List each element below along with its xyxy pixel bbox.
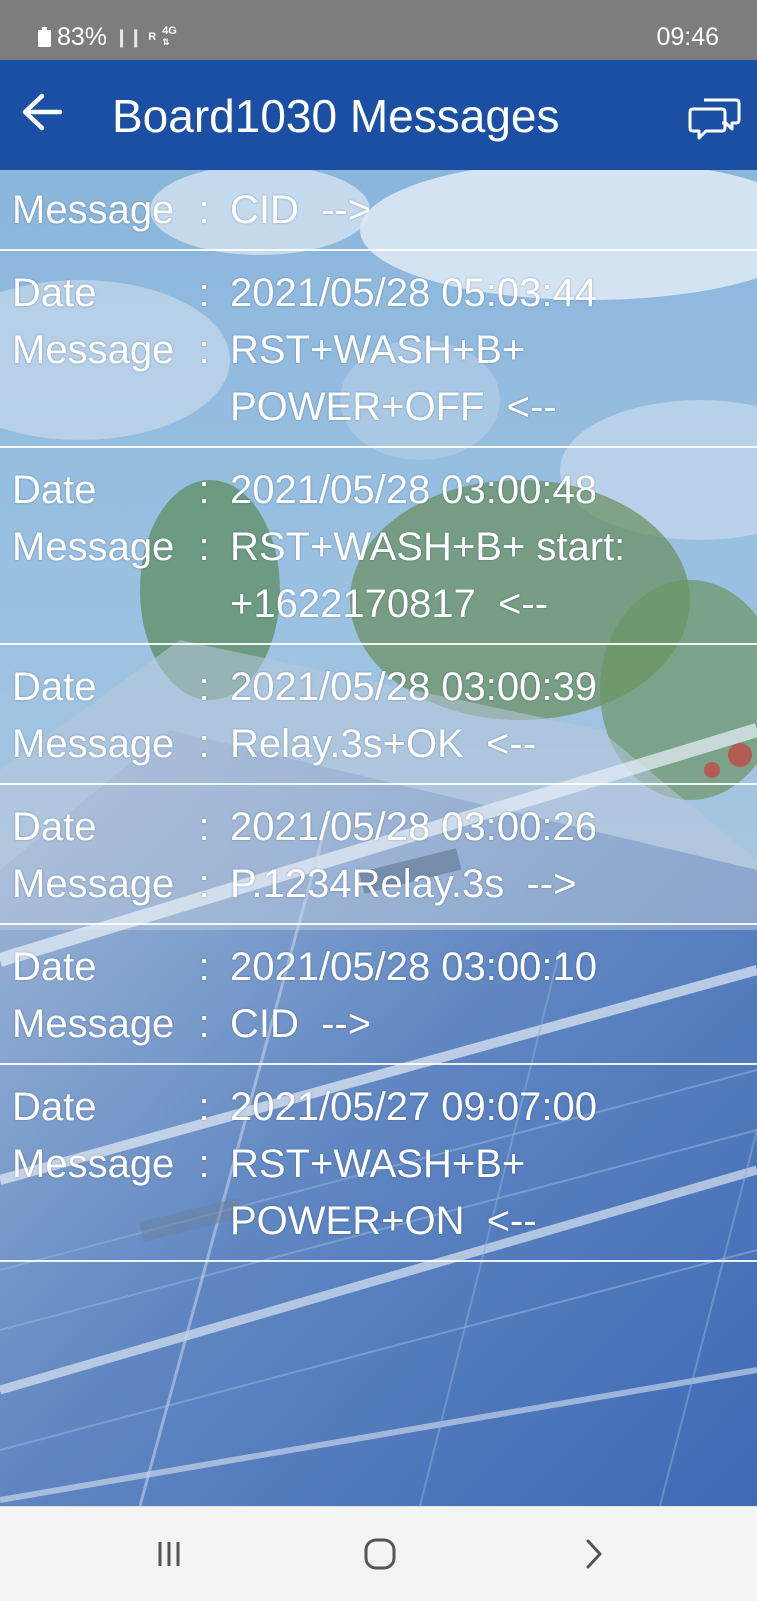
separator: : [198,328,210,372]
list-item[interactable]: Date : 2021/05/28 03:00:39 Message : Rel… [0,645,757,785]
home-icon [364,1538,396,1570]
network-type: 4G [162,25,177,37]
clock: 09:46 [656,23,719,51]
message-label: Message [12,722,175,766]
list-item[interactable]: Date : 2021/05/28 03:00:26 Message : P.1… [0,785,757,925]
message-text: CID --> [230,188,372,232]
chat-bubbles-icon [688,98,741,140]
separator: : [198,805,210,849]
message-text: RST+WASH+B+ start: +1622170817 <-- [230,525,626,626]
separator: : [198,722,210,766]
message-label: Message [12,525,175,569]
separator: : [198,1002,210,1046]
system-nav-bar [0,1506,757,1601]
status-indicators: 83% ❙❙ R 4G ⇅ [38,22,177,52]
network-icon: R [148,30,157,43]
date-label: Date [12,665,97,709]
status-bar: 83% ❙❙ R 4G ⇅ 09:46 [0,0,757,60]
arrow-left-icon [22,93,63,131]
date-row: Date : 2021/05/27 09:07:00 [0,1079,757,1136]
date-label: Date [12,271,97,315]
list-item[interactable]: Date : 2021/05/28 05:03:44 Message : RST… [0,251,757,448]
date-value: 2021/05/27 09:07:00 [230,1085,598,1129]
separator: : [198,188,210,232]
messages-panel: Message : CID --> Date : 2021/05/28 05:0… [0,170,757,1506]
message-label: Message [12,328,175,372]
date-value: 2021/05/28 03:00:48 [230,468,598,512]
message-label: Message [12,188,175,232]
message-row: Message : Relay.3s+OK <-- [0,716,757,773]
message-row: Message : CID --> [0,996,757,1053]
date-row: Date : 2021/05/28 03:00:10 [0,939,757,996]
list-item[interactable]: Date : 2021/05/28 03:00:48 Message : RST… [0,448,757,645]
separator: : [198,271,210,315]
date-value: 2021/05/28 03:00:26 [230,805,598,849]
list-item[interactable]: Date : 2021/05/27 09:07:00 Message : RST… [0,1065,757,1262]
message-label: Message [12,1002,175,1046]
back-button[interactable] [14,84,70,140]
date-label: Date [12,1085,97,1129]
system-back-button[interactable] [563,1529,623,1579]
list-item[interactable]: Date : 2021/05/28 03:00:10 Message : CID… [0,925,757,1065]
date-value: 2021/05/28 03:00:39 [230,665,598,709]
message-label: Message [12,862,175,906]
page-title: Board1030 Messages [112,90,560,142]
separator: : [198,525,210,569]
date-value: 2021/05/28 03:00:10 [230,945,598,989]
date-value: 2021/05/28 05:03:44 [230,271,598,315]
app-bar: Board1030 Messages [0,60,757,170]
message-text: Relay.3s+OK <-- [230,722,537,766]
signal-tag: R [148,30,157,43]
date-row: Date : 2021/05/28 03:00:26 [0,799,757,856]
message-row: Message : CID --> [0,182,757,239]
back-chevron-icon [586,1539,602,1569]
date-label: Date [12,805,97,849]
message-list: Message : CID --> Date : 2021/05/28 05:0… [0,170,757,1262]
network-type-icon: 4G ⇅ [162,25,177,48]
chat-button[interactable] [685,90,745,146]
message-row: Message : RST+WASH+B+ POWER+ON <-- [0,1136,757,1250]
separator: : [198,468,210,512]
date-row: Date : 2021/05/28 03:00:48 [0,462,757,519]
message-row: Message : P.1234Relay.3s --> [0,856,757,913]
date-label: Date [12,945,97,989]
recent-apps-icon [158,1542,180,1566]
list-item[interactable]: Message : CID --> [0,170,757,251]
separator: : [198,945,210,989]
battery-level: 83% [57,23,108,51]
message-text: RST+WASH+B+ POWER+ON <-- [230,1142,537,1243]
signal-icon: ❙❙ [114,27,143,47]
battery-icon [38,27,51,47]
recent-apps-button[interactable] [139,1529,199,1579]
date-row: Date : 2021/05/28 05:03:44 [0,265,757,322]
separator: : [198,862,210,906]
separator: : [198,1142,210,1186]
message-text: RST+WASH+B+ POWER+OFF <-- [230,328,557,429]
separator: : [198,665,210,709]
date-label: Date [12,468,97,512]
separator: : [198,1085,210,1129]
date-row: Date : 2021/05/28 03:00:39 [0,659,757,716]
message-text: P.1234Relay.3s --> [230,862,577,906]
message-row: Message : RST+WASH+B+ POWER+OFF <-- [0,322,757,436]
message-text: CID --> [230,1002,372,1046]
message-label: Message [12,1142,175,1186]
home-button[interactable] [350,1529,410,1579]
message-row: Message : RST+WASH+B+ start: +1622170817… [0,519,757,633]
